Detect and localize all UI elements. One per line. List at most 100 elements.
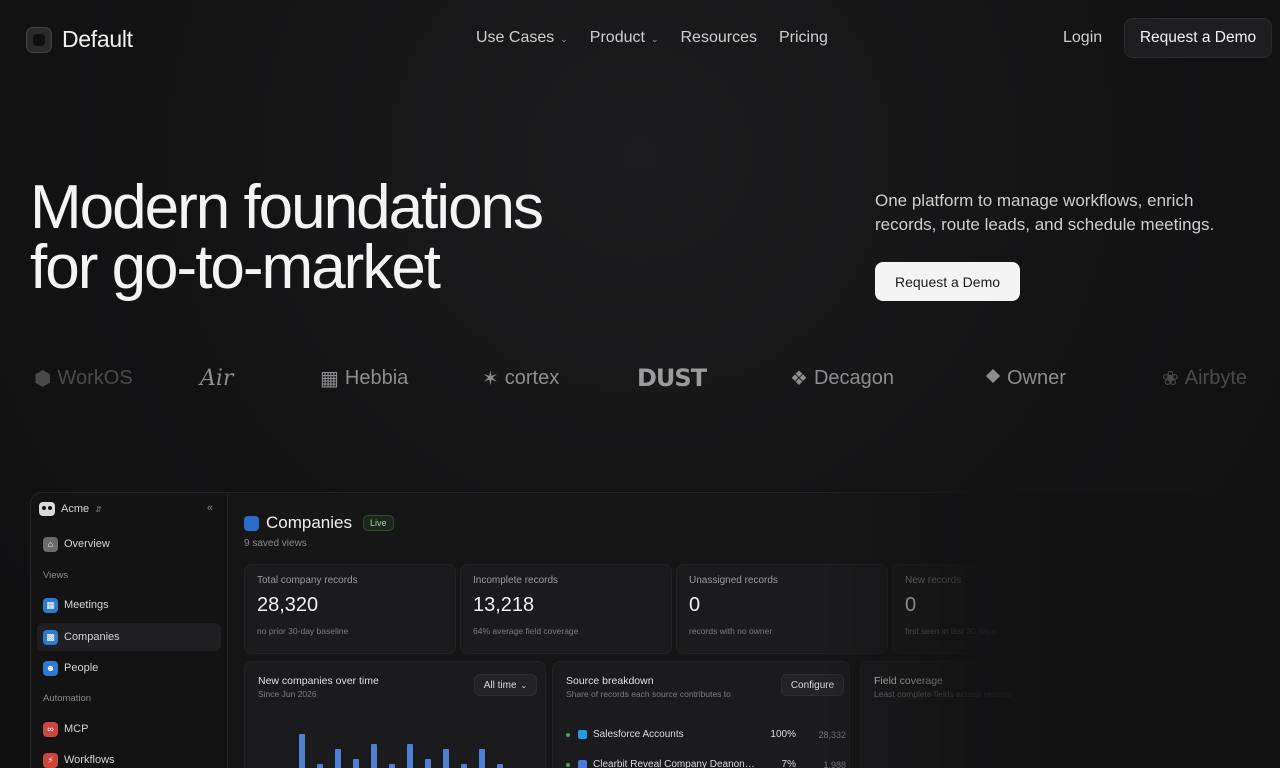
page-title: Companies bbox=[266, 513, 352, 532]
live-badge: Live bbox=[363, 515, 394, 531]
card-title: New companies over time bbox=[258, 675, 379, 687]
sidebar-item-companies[interactable]: ▩ Companies bbox=[37, 623, 221, 651]
card-subtitle: Share of records each source contributes… bbox=[566, 689, 731, 699]
logo-owner: ⯁ Owner bbox=[985, 360, 1066, 396]
logo-airbyte: ❀ Airbyte bbox=[1162, 360, 1247, 396]
cortex-icon: ✶ bbox=[482, 367, 499, 390]
login-link[interactable]: Login bbox=[1063, 29, 1102, 47]
top-navigation: Default Use Cases ⌄ Product ⌄ Resources … bbox=[0, 0, 1280, 78]
collapse-sidebar-icon[interactable]: « bbox=[207, 502, 213, 514]
hero-request-demo-button[interactable]: Request a Demo bbox=[875, 262, 1020, 301]
sidebar-item-meetings[interactable]: ▦ Meetings bbox=[37, 591, 221, 619]
stat-label: New records bbox=[905, 575, 962, 586]
card-subtitle: Since Jun 2026 bbox=[258, 689, 317, 699]
hero-subtitle: One platform to manage workflows, enrich… bbox=[875, 191, 1215, 234]
hero-title: Modern foundations for go-to-market bbox=[30, 173, 544, 302]
stat-label: Unassigned records bbox=[689, 575, 778, 586]
time-range-value: All time bbox=[483, 679, 517, 691]
logo-owner-text: Owner bbox=[1007, 366, 1066, 389]
logo-decagon-text: Decagon bbox=[813, 366, 894, 389]
configure-button[interactable]: Configure bbox=[781, 674, 844, 696]
nav-links: Use Cases ⌄ Product ⌄ Resources Pricing bbox=[476, 29, 828, 47]
building-icon: ▩ bbox=[43, 629, 58, 645]
owner-icon: ⯁ bbox=[985, 366, 1001, 389]
workos-icon: ⬢ bbox=[34, 367, 52, 390]
workspace-icon bbox=[39, 502, 55, 516]
status-dot bbox=[566, 732, 570, 737]
chevron-down-icon: ⌄ bbox=[650, 33, 659, 44]
stat-value: 13,218 bbox=[473, 594, 535, 616]
brand-logo[interactable]: Default bbox=[26, 26, 133, 53]
source-count: 1,988 bbox=[823, 759, 846, 768]
chart-bar bbox=[479, 749, 485, 768]
source-row[interactable]: Salesforce Accounts 100% 28,332 bbox=[566, 729, 846, 740]
nav-resources[interactable]: Resources bbox=[680, 29, 756, 47]
logo-air: Air bbox=[200, 360, 233, 396]
stat-sub: 64% average field coverage bbox=[473, 626, 579, 636]
sidebar-item-people[interactable]: ☻ People bbox=[37, 654, 221, 682]
card-subtitle: Least complete fields across records bbox=[874, 689, 1012, 699]
card-title: Field coverage bbox=[874, 675, 943, 687]
time-range-select[interactable]: All time ⌄ bbox=[474, 674, 537, 696]
logo-air-text: Air bbox=[200, 365, 234, 391]
saved-views-count[interactable]: 9 saved views bbox=[244, 538, 307, 549]
chevron-updown-icon: ⇵ bbox=[95, 504, 102, 514]
logo-cortex-text: cortex bbox=[504, 366, 560, 389]
app-main: Companies Live 9 saved views Total compa… bbox=[229, 493, 1039, 768]
sidebar-item-label: MCP bbox=[64, 723, 89, 735]
hebbia-icon: ▦ bbox=[320, 367, 339, 390]
decagon-icon: ❖ bbox=[790, 367, 808, 390]
nav-pricing[interactable]: Pricing bbox=[779, 29, 828, 47]
chart-bar bbox=[497, 764, 503, 768]
sidebar-item-mcp[interactable]: ∞ MCP bbox=[37, 715, 221, 743]
nav-request-demo-button[interactable]: Request a Demo bbox=[1124, 18, 1272, 58]
logo-decagon: ❖ Decagon bbox=[790, 360, 894, 396]
source-count: 28,332 bbox=[818, 729, 846, 740]
nav-pricing-label: Pricing bbox=[778, 29, 828, 46]
sidebar-item-overview[interactable]: ⌂ Overview bbox=[37, 530, 221, 558]
sidebar-item-label: Workflows bbox=[64, 754, 115, 766]
stat-label: Incomplete records bbox=[473, 575, 559, 586]
sidebar-item-workflows[interactable]: ⚡ Workflows bbox=[37, 746, 221, 768]
nav-product-label: Product bbox=[589, 29, 645, 46]
stat-value: 0 bbox=[689, 594, 701, 616]
brand-name: Default bbox=[62, 26, 133, 52]
status-dot bbox=[566, 762, 570, 767]
chart-bar bbox=[407, 744, 413, 768]
building-icon bbox=[244, 515, 259, 531]
card-title: Source breakdown bbox=[566, 675, 654, 687]
chart-bar bbox=[443, 749, 449, 768]
nav-product[interactable]: Product ⌄ bbox=[590, 29, 659, 47]
airbyte-icon: ❀ bbox=[1162, 367, 1179, 390]
logo-hebbia-text: Hebbia bbox=[344, 366, 409, 389]
chart-bar bbox=[461, 764, 467, 768]
app-preview: Acme ⇵ « ⌂ Overview Views ▦ Meetings ▩ C… bbox=[30, 492, 1040, 768]
people-icon: ☻ bbox=[43, 660, 58, 676]
app-sidebar: Acme ⇵ « ⌂ Overview Views ▦ Meetings ▩ C… bbox=[31, 493, 228, 768]
overview-icon: ⌂ bbox=[43, 536, 58, 552]
source-name: Clearbit Reveal Company Deanonymi... bbox=[593, 759, 756, 768]
chart-bar bbox=[389, 764, 395, 768]
salesforce-icon bbox=[578, 730, 587, 739]
automation-section-label: Automation bbox=[43, 693, 92, 704]
logo-workos-text: WorkOS bbox=[57, 366, 133, 389]
stat-value: 0 bbox=[905, 594, 917, 616]
source-row[interactable]: Clearbit Reveal Company Deanonymi... 7% … bbox=[566, 759, 846, 768]
workflow-bolt-icon: ⚡ bbox=[43, 752, 58, 768]
sidebar-item-label: People bbox=[64, 662, 99, 674]
chart-bar bbox=[353, 759, 359, 768]
hero-title-line2: for go-to-market bbox=[30, 233, 441, 302]
hero-title-line1: Modern foundations bbox=[30, 173, 544, 242]
stat-card-unassigned: Unassigned records 0 records with no own… bbox=[676, 564, 888, 654]
chart-bar bbox=[335, 749, 341, 768]
nav-use-cases[interactable]: Use Cases ⌄ bbox=[476, 29, 568, 47]
nav-use-cases-label: Use Cases bbox=[476, 29, 555, 46]
stat-card-total: Total company records 28,320 no prior 30… bbox=[244, 564, 456, 654]
workspace-switcher[interactable]: Acme ⇵ bbox=[39, 502, 102, 516]
mcp-icon: ∞ bbox=[43, 721, 58, 737]
stat-value: 28,320 bbox=[257, 594, 319, 616]
chart-bar bbox=[317, 764, 323, 768]
sidebar-item-label: Companies bbox=[64, 631, 120, 643]
chart-bar bbox=[299, 734, 305, 768]
source-name: Salesforce Accounts bbox=[593, 729, 684, 740]
